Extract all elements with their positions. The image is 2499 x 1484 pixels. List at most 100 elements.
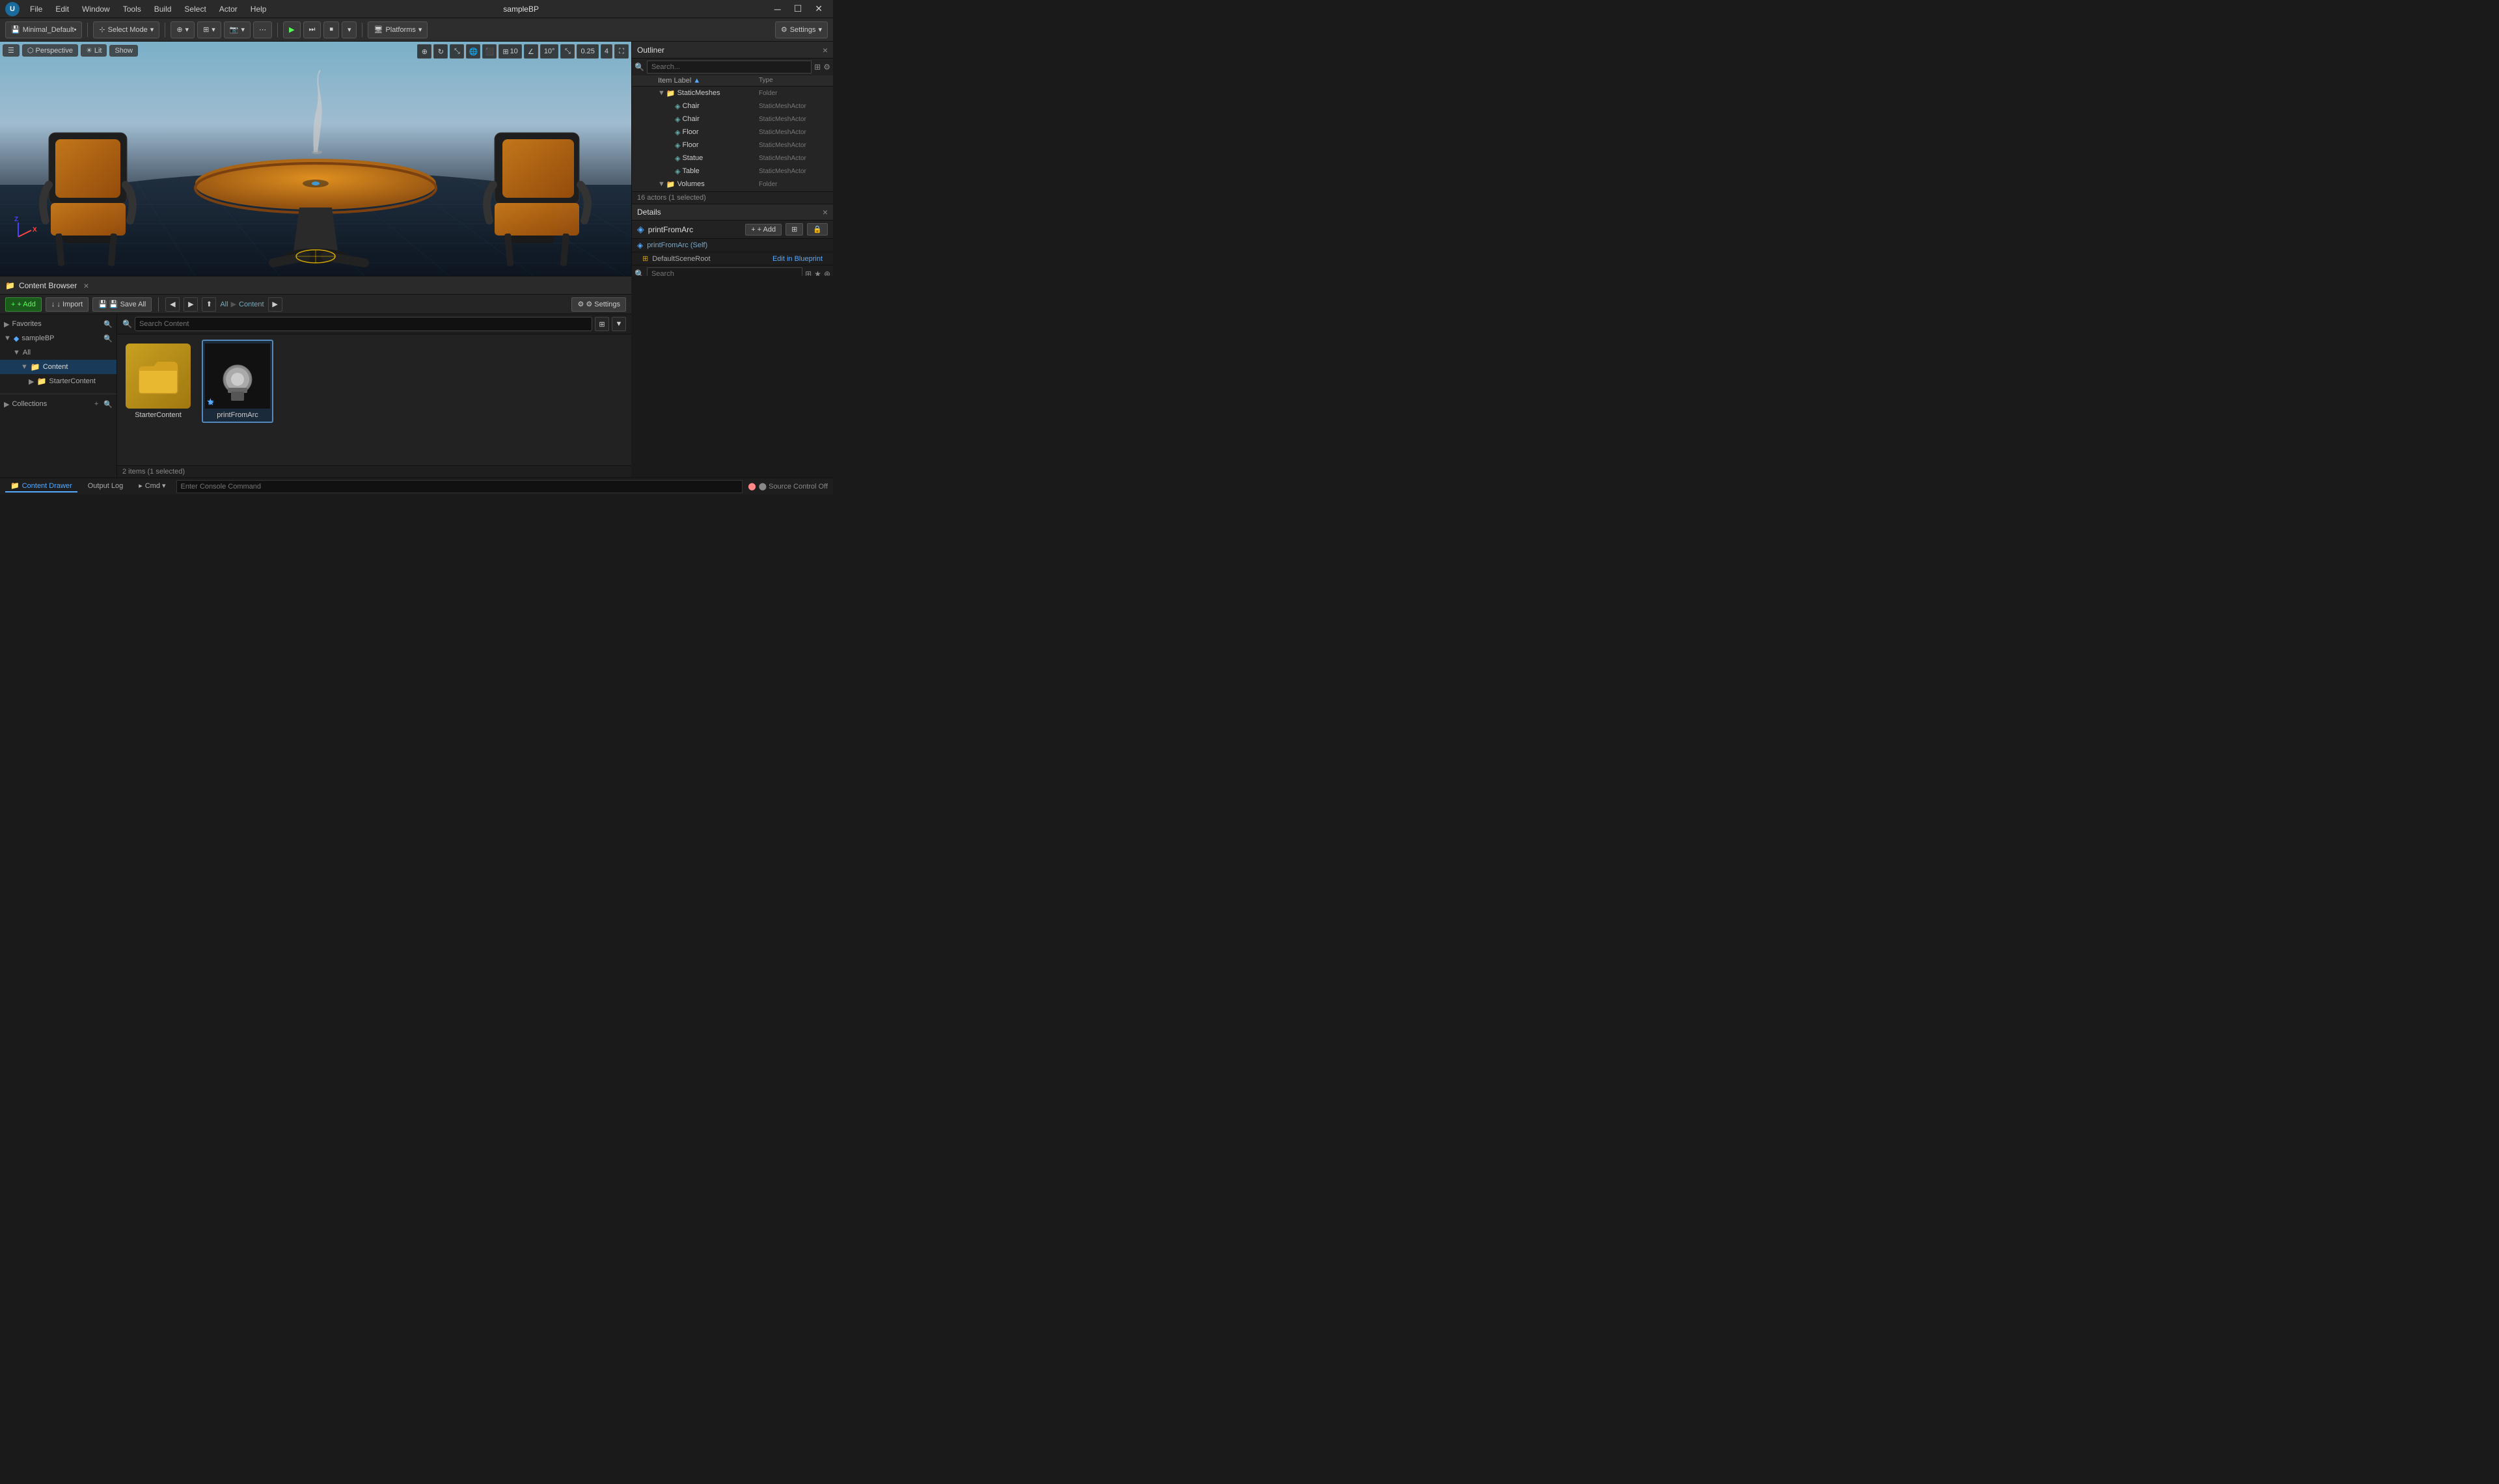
angle-btn[interactable]: 10° <box>540 44 559 59</box>
scale-btn[interactable]: 0.25 <box>577 44 598 59</box>
cb-search-icon: 🔍 <box>122 319 132 329</box>
cb-breadcrumb-expand[interactable]: ▶ <box>268 297 282 312</box>
hamburger-button[interactable]: ☰ <box>3 44 20 57</box>
details-add-button[interactable]: + + Add <box>745 224 782 236</box>
details-star-icon[interactable]: ★ <box>814 269 821 276</box>
breadcrumb: All ▶ Content <box>220 300 264 308</box>
cb-all-item[interactable]: ▼ All <box>0 345 116 360</box>
cb-nav-forward[interactable]: ▶ <box>184 297 198 312</box>
step-button[interactable]: ⏭ <box>303 21 321 38</box>
snap-button[interactable]: ⊞ ▾ <box>197 21 221 38</box>
folder-arrow-volumes-folder[interactable]: ▼ <box>658 180 665 188</box>
details-grid-icon[interactable]: ⊞ <box>805 269 812 276</box>
outliner-settings-icon[interactable]: ⚙ <box>823 62 830 72</box>
breadcrumb-content[interactable]: Content <box>239 301 264 308</box>
cb-collections-search[interactable]: 🔍 <box>103 400 113 409</box>
cmd-tab[interactable]: ▸ Cmd ▾ <box>133 480 171 492</box>
cb-samplebp-item[interactable]: ▼ ◆ sampleBP 🔍 <box>0 331 116 345</box>
menu-select[interactable]: Select <box>178 2 212 16</box>
menu-tools[interactable]: Tools <box>116 2 148 16</box>
outliner-item-volumes-folder[interactable]: ▼📁VolumesFolder <box>632 178 833 191</box>
rotate-icon-btn[interactable]: ↻ <box>433 44 448 59</box>
play-dropdown[interactable]: ▾ <box>342 21 357 38</box>
cb-import-button[interactable]: ↓ ↓ Import <box>46 297 89 312</box>
filter-icon[interactable]: ⊞ <box>814 62 821 72</box>
cb-samplebp-search[interactable]: 🔍 <box>103 334 113 343</box>
cb-add-button[interactable]: + + Add <box>5 297 42 312</box>
camera-speed-btn[interactable]: 4 <box>601 44 612 59</box>
cb-collections-item[interactable]: ▶ Collections + 🔍 <box>4 397 113 411</box>
cb-item-printfromarc-thumb: ★ ★ <box>205 344 270 409</box>
content-browser-close-button[interactable]: × <box>83 280 89 291</box>
folder-arrow-staticmeshes-folder[interactable]: ▼ <box>658 89 665 97</box>
console-input[interactable] <box>176 480 743 493</box>
coord-icon-btn[interactable]: 🌐 <box>466 44 480 59</box>
cb-filter-btn[interactable]: ▼ <box>612 317 626 331</box>
details-search-input[interactable] <box>647 267 802 276</box>
scene-root-row[interactable]: ⊞ DefaultSceneRoot Edit in Blueprint <box>632 252 833 265</box>
cursor-icon: ⊹ <box>99 25 105 34</box>
project-settings-button[interactable]: 💾 Minimal_Default• <box>5 21 82 38</box>
settings-button[interactable]: ⚙ Settings ▾ <box>775 21 828 38</box>
menu-edit[interactable]: Edit <box>49 2 75 16</box>
stop-button[interactable]: ⏹ <box>323 21 339 38</box>
outliner-item-chair2[interactable]: ◈ChairStaticMeshActor <box>632 113 833 126</box>
outliner-close-button[interactable]: × <box>823 45 828 55</box>
outliner-item-statue[interactable]: ◈StatueStaticMeshActor <box>632 152 833 165</box>
actor-self-row[interactable]: ◈ printFromArc (Self) <box>632 239 833 252</box>
menu-actor[interactable]: Actor <box>213 2 244 16</box>
details-filter-icon[interactable]: ⊕ <box>824 269 830 276</box>
menu-window[interactable]: Window <box>75 2 116 16</box>
platforms-button[interactable]: 🖥 Platforms ▾ <box>368 21 428 38</box>
surface-icon-btn[interactable]: ⬛ <box>482 44 497 59</box>
lit-button[interactable]: ☀ Lit <box>81 44 107 57</box>
component-layout-button[interactable]: ⊞ <box>785 223 803 236</box>
outliner-item-floor1[interactable]: ◈FloorStaticMeshActor <box>632 126 833 139</box>
details-actor-header: ◈ printFromArc + + Add ⊞ 🔒 <box>632 221 833 239</box>
menu-help[interactable]: Help <box>244 2 273 16</box>
content-drawer-tab[interactable]: 📁 Content Drawer <box>5 480 77 492</box>
cb-settings-button[interactable]: ⚙ ⚙ Settings <box>571 297 626 312</box>
output-log-tab[interactable]: Output Log <box>83 481 128 492</box>
cb-item-startercontent[interactable]: StarterContent <box>122 340 194 423</box>
cb-favorites-search[interactable]: 🔍 <box>103 320 113 329</box>
cb-search-input[interactable] <box>135 317 592 331</box>
outliner-item-staticmeshes-folder[interactable]: ▼📁StaticMeshesFolder <box>632 87 833 100</box>
viewport[interactable]: ☰ ⬡ Perspective ☀ Lit Show ⊕ ↻ ⤡ 🌐 <box>0 42 631 276</box>
cb-nav-up[interactable]: ⬆ <box>202 297 216 312</box>
outliner-item-floor2[interactable]: ◈FloorStaticMeshActor <box>632 139 833 152</box>
scale-icon-btn[interactable]: ⤡ <box>450 44 464 59</box>
minimize-button[interactable]: ─ <box>769 2 786 16</box>
menu-build[interactable]: Build <box>148 2 178 16</box>
outliner-item-table[interactable]: ◈TableStaticMeshActor <box>632 165 833 178</box>
cb-collections-add[interactable]: + <box>94 400 98 408</box>
maximize-button[interactable]: ☐ <box>789 2 808 16</box>
grid-icon: ⊞ <box>502 47 508 56</box>
show-button[interactable]: Show <box>109 45 138 57</box>
add-label: + Add <box>758 226 776 234</box>
play-button[interactable]: ▶ <box>283 21 300 38</box>
cb-content-item[interactable]: ▼ 📁 Content <box>0 360 116 374</box>
menu-file[interactable]: File <box>23 2 49 16</box>
camera-button[interactable]: 📷 ▾ <box>224 21 251 38</box>
cb-view-toggle[interactable]: ⊞ <box>595 317 609 331</box>
grid-btn[interactable]: ⊞ 10 <box>498 44 521 59</box>
breadcrumb-all[interactable]: All <box>220 301 228 308</box>
select-mode-button[interactable]: ⊹ Select Mode ▾ <box>93 21 159 38</box>
cb-favorites-item[interactable]: ▶ Favorites 🔍 <box>0 317 116 331</box>
details-close-button[interactable]: × <box>823 207 828 217</box>
cb-nav-back[interactable]: ◀ <box>165 297 180 312</box>
close-button[interactable]: ✕ <box>810 2 828 16</box>
cb-item-printfromarc[interactable]: ★ ★ printFromArc <box>202 340 273 423</box>
outliner-item-chair1[interactable]: ◈ChairStaticMeshActor <box>632 100 833 113</box>
maximize-btn[interactable]: ⛶ <box>614 44 629 59</box>
cb-save-all-button[interactable]: 💾 💾 Save All <box>92 297 152 312</box>
translate-icon-btn[interactable]: ⊕ <box>417 44 431 59</box>
edit-in-blueprint-button[interactable]: Edit in Blueprint <box>772 255 823 263</box>
more-options-button[interactable]: ⋯ <box>253 21 272 38</box>
outliner-search-input[interactable] <box>647 61 812 74</box>
perspective-button[interactable]: ⬡ Perspective <box>22 44 78 57</box>
transform-button[interactable]: ⊕ ▾ <box>171 21 195 38</box>
lock-details-button[interactable]: 🔒 <box>807 223 828 236</box>
cb-starter-content-item[interactable]: ▶ 📁 StarterContent <box>0 374 116 388</box>
